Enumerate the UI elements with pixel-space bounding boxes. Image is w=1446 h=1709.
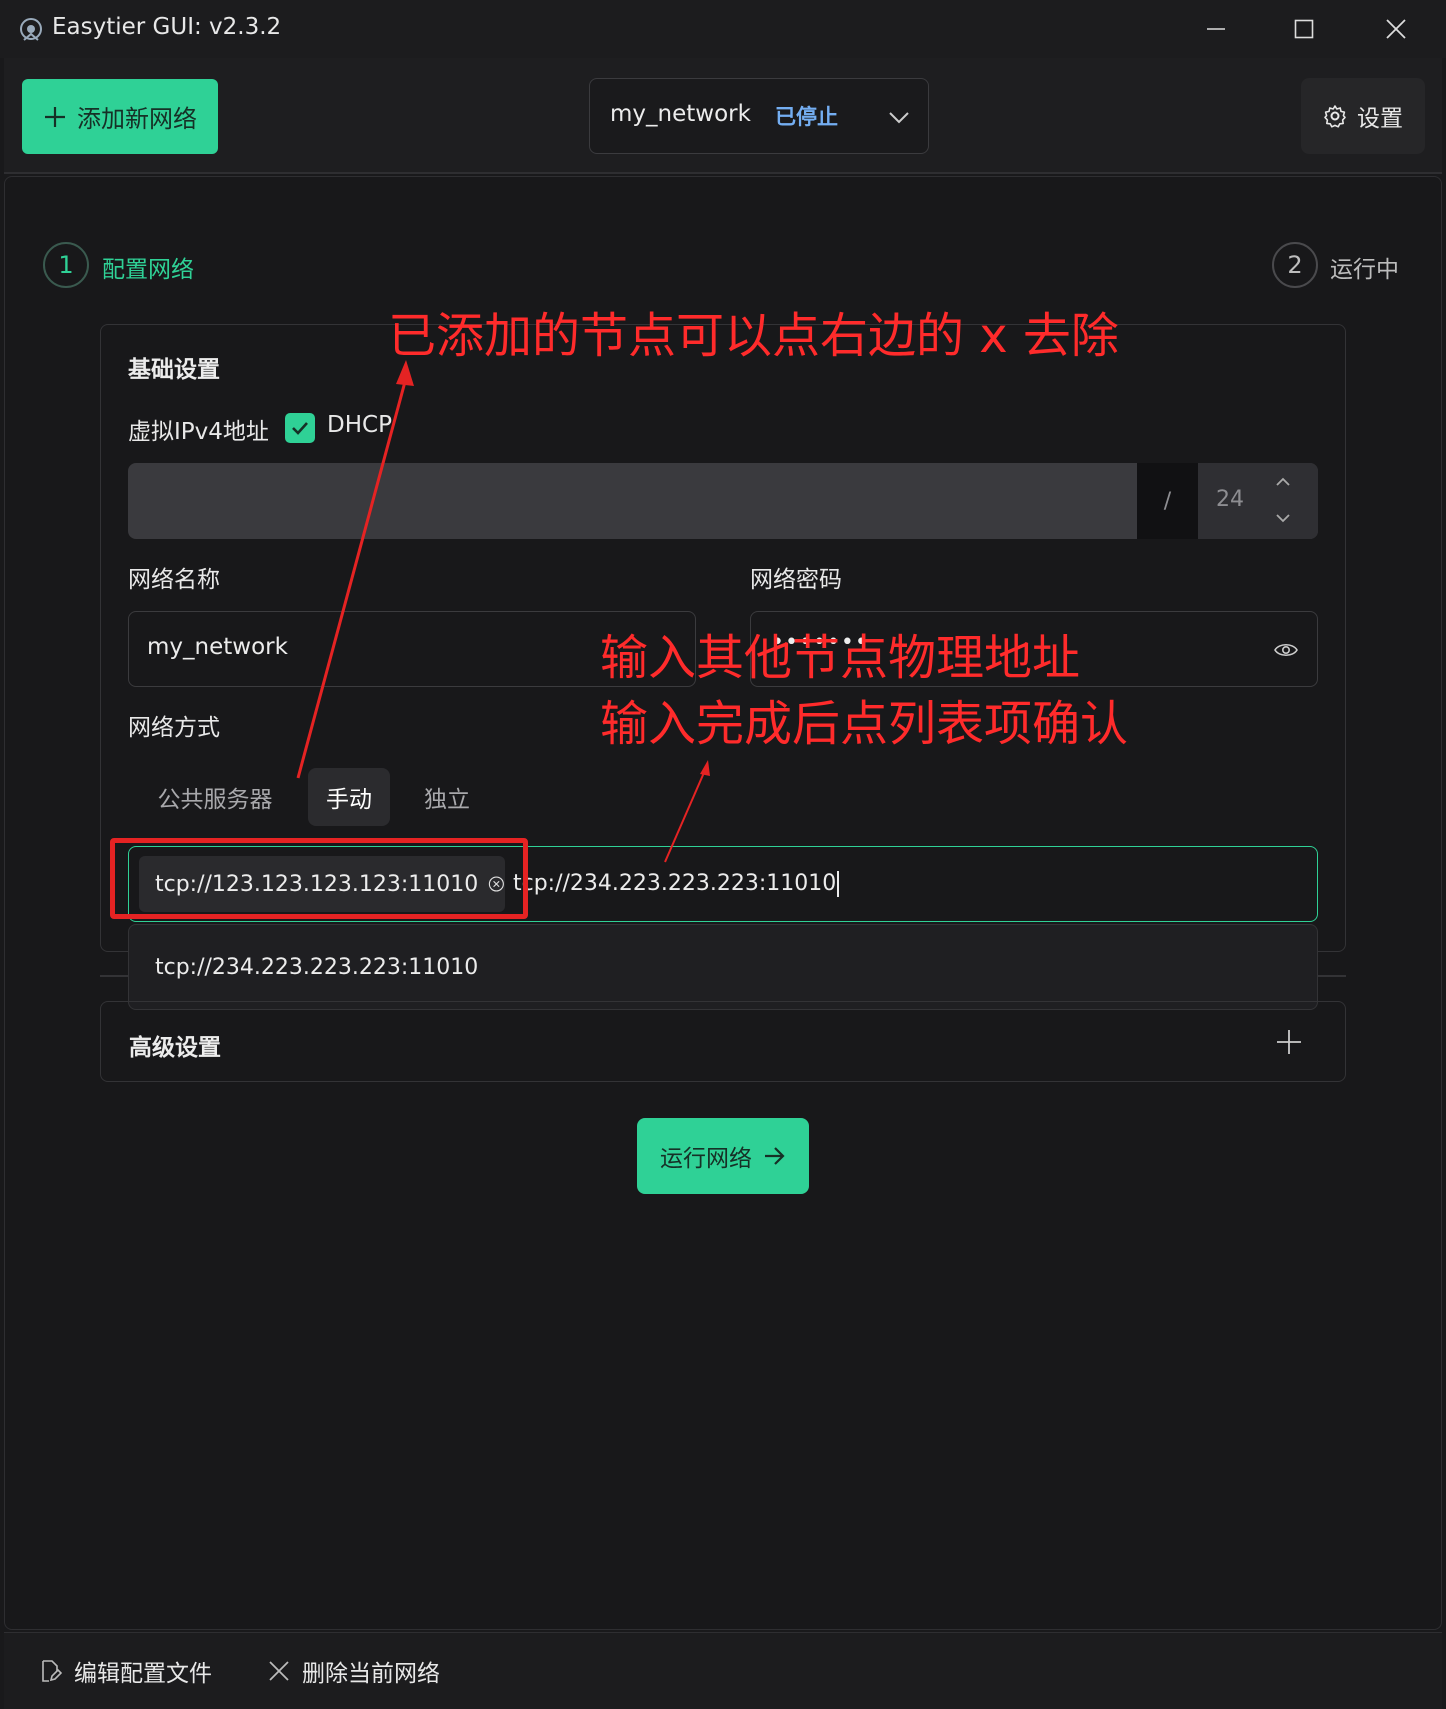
network-password-label: 网络密码 bbox=[750, 567, 842, 593]
close-icon bbox=[269, 1661, 289, 1681]
settings-label: 设置 bbox=[1357, 106, 1403, 132]
peer-suggestion-dropdown: tcp://234.223.223.223:11010 bbox=[128, 924, 1318, 1010]
run-network-label: 运行网络 bbox=[660, 1146, 752, 1172]
add-network-button[interactable]: 添加新网络 bbox=[22, 79, 218, 154]
peer-typed-text[interactable]: tcp://234.223.223.223:11010 bbox=[513, 871, 840, 897]
maximize-button[interactable] bbox=[1258, 0, 1350, 58]
tab-standalone[interactable]: 独立 bbox=[407, 768, 487, 826]
tab-public-server[interactable]: 公共服务器 bbox=[144, 768, 286, 826]
network-status-badge: 已停止 bbox=[775, 105, 838, 129]
annotation-remove-hint: 已添加的节点可以点右边的 x 去除 bbox=[388, 308, 1119, 364]
ipv4-label: 虚拟IPv4地址 bbox=[128, 419, 269, 445]
edit-file-icon bbox=[42, 1660, 62, 1682]
expand-plus-icon[interactable] bbox=[1275, 1028, 1303, 1056]
step-2-label: 运行中 bbox=[1330, 257, 1399, 283]
step-1-indicator: 1 bbox=[43, 242, 89, 288]
network-select[interactable]: my_network 已停止 bbox=[589, 78, 929, 154]
annotation-highlight-box bbox=[110, 838, 528, 919]
dhcp-checkbox[interactable] bbox=[285, 413, 315, 443]
ipv4-prefix-value: 24 bbox=[1216, 487, 1244, 512]
annotation-input-hint-2: 输入完成后点列表项确认 bbox=[600, 696, 1129, 752]
check-icon bbox=[292, 422, 308, 435]
arrow-right-icon bbox=[765, 1147, 785, 1165]
dhcp-label[interactable]: DHCP bbox=[327, 412, 392, 438]
edit-config-button[interactable]: 编辑配置文件 bbox=[38, 1654, 212, 1688]
network-select-name: my_network bbox=[610, 101, 751, 127]
app-logo-icon bbox=[16, 14, 46, 44]
peer-typed-value: tcp://234.223.223.223:11010 bbox=[513, 871, 837, 896]
ipv4-prefix-stepper[interactable]: 24 bbox=[1198, 463, 1318, 539]
delete-network-button[interactable]: 删除当前网络 bbox=[268, 1654, 440, 1688]
run-network-button[interactable]: 运行网络 bbox=[637, 1118, 809, 1194]
close-button[interactable] bbox=[1350, 0, 1442, 58]
tab-manual[interactable]: 手动 bbox=[308, 768, 390, 826]
chevron-up-icon[interactable] bbox=[1272, 471, 1294, 493]
ipv4-slash-separator: / bbox=[1137, 463, 1198, 539]
gear-icon bbox=[1324, 105, 1346, 128]
footer-bar bbox=[4, 1632, 1442, 1709]
step-1-label: 配置网络 bbox=[102, 257, 194, 283]
eye-icon[interactable] bbox=[1274, 638, 1298, 662]
edit-config-label: 编辑配置文件 bbox=[74, 1661, 212, 1687]
plus-icon bbox=[45, 106, 65, 127]
minimize-button[interactable] bbox=[1170, 0, 1262, 58]
close-icon bbox=[1386, 19, 1406, 39]
advanced-settings-card[interactable]: 高级设置 bbox=[100, 1001, 1346, 1082]
network-mode-label: 网络方式 bbox=[128, 715, 220, 741]
maximize-icon bbox=[1294, 19, 1314, 39]
delete-network-label: 删除当前网络 bbox=[302, 1661, 440, 1687]
minimize-icon bbox=[1207, 28, 1225, 30]
network-name-label: 网络名称 bbox=[128, 567, 220, 593]
chevron-down-icon[interactable] bbox=[1272, 507, 1294, 529]
basic-settings-title: 基础设置 bbox=[128, 357, 220, 383]
peer-suggestion-option[interactable]: tcp://234.223.223.223:11010 bbox=[155, 955, 478, 980]
annotation-input-hint-1: 输入其他节点物理地址 bbox=[600, 630, 1081, 686]
step-2-indicator: 2 bbox=[1272, 242, 1318, 288]
advanced-settings-title: 高级设置 bbox=[129, 1035, 221, 1061]
settings-button[interactable]: 设置 bbox=[1301, 78, 1425, 154]
window-title: Easytier GUI: v2.3.2 bbox=[52, 14, 282, 40]
text-caret bbox=[837, 871, 840, 897]
chevron-down-icon bbox=[889, 112, 909, 124]
add-network-label: 添加新网络 bbox=[77, 105, 197, 133]
